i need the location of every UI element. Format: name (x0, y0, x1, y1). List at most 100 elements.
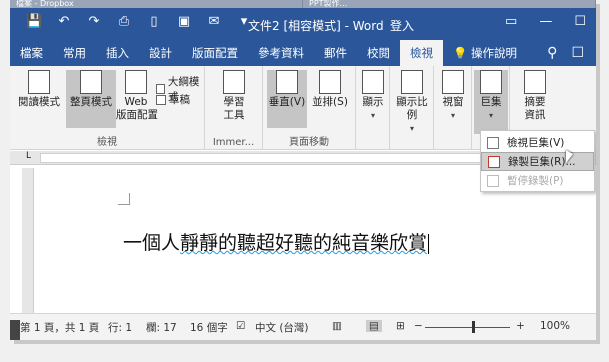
word-window: 檔案 - Dropbox PPT製作... 💾 ↶ ↷ ⎙ ▯ ▣ ✉ ▾ 文件… (10, 0, 596, 340)
tab-references[interactable]: 參考資料 (248, 40, 314, 66)
minimize-icon[interactable]: — (539, 14, 552, 29)
mouse-pointer-icon (566, 150, 573, 163)
web-layout-label: Web 版面配置 (116, 96, 158, 121)
macros-label: 巨集 (480, 96, 502, 108)
summary-info-button[interactable]: 摘要 資訊 (516, 70, 554, 122)
window-title: 文件2 [相容模式] - Word (248, 19, 384, 33)
pause-icon (487, 174, 499, 187)
tab-right-icons: ⚲ ☐ (547, 45, 596, 61)
taskbar-tab[interactable]: 檔案 - Dropbox (10, 0, 303, 8)
document-text[interactable]: 一個人靜靜的聽超好聽的純音樂欣賞 (123, 228, 430, 255)
draft-button[interactable]: 草稿 (156, 92, 190, 107)
window-button[interactable]: 視窗 ▾ (438, 70, 468, 122)
taskbar-tab[interactable]: PPT製作... (303, 0, 596, 8)
learning-tools-button[interactable]: 學習 工具 (213, 70, 255, 122)
lightbulb-icon: 💡 (453, 46, 468, 60)
vertical-button[interactable]: 垂直(V) (267, 70, 307, 128)
tab-review[interactable]: 校閱 (357, 40, 400, 66)
new-doc-icon[interactable]: ▯ (146, 14, 162, 29)
text-run: 一個人 (123, 232, 181, 254)
macros-dropdown: 檢視巨集(V) 錄製巨集(R)... 暫停錄製(P) (480, 130, 595, 192)
chevron-down-icon: ▾ (370, 111, 375, 120)
zoom-icon (401, 70, 423, 94)
tab-insert[interactable]: 插入 (96, 40, 139, 66)
tab-view[interactable]: 檢視 (400, 40, 443, 66)
status-line[interactable]: 行: 1 (108, 320, 132, 335)
group-immersive-label: Immer... (212, 137, 255, 148)
status-col[interactable]: 欄: 17 (146, 320, 177, 335)
status-words[interactable]: 16 個字 (190, 320, 228, 335)
undo-icon[interactable]: ↶ (56, 14, 72, 29)
group-page-movement: 垂直(V) 並排(S) 頁面移動 (263, 66, 356, 150)
title-bar: 💾 ↶ ↷ ⎙ ▯ ▣ ✉ ▾ 文件2 [相容模式] - Word 登入 ▭ —… (10, 8, 596, 40)
horizontal-ruler[interactable] (40, 153, 490, 163)
tab-mailings[interactable]: 郵件 (314, 40, 357, 66)
print-layout-icon (80, 70, 102, 94)
quick-access-toolbar: 💾 ↶ ↷ ⎙ ▯ ▣ ✉ ▾ (26, 14, 252, 29)
read-mode-button[interactable]: 閱讀模式 (14, 70, 64, 109)
summary-info-label: 摘要 資訊 (524, 96, 546, 121)
show-icon (362, 70, 384, 94)
maximize-icon[interactable]: ☐ (574, 14, 586, 29)
group-views-label: 檢視 (97, 137, 117, 148)
show-button[interactable]: 顯示 ▾ (358, 70, 388, 122)
proofing-icon[interactable]: ☑ (236, 320, 245, 332)
view-macros-icon (487, 136, 499, 149)
tab-home[interactable]: 常用 (53, 40, 96, 66)
zoom-out-icon[interactable]: − (414, 320, 423, 332)
zoom-slider-thumb[interactable] (472, 321, 475, 333)
window-controls: ▭ — ☐ (505, 14, 586, 29)
tab-design[interactable]: 設計 (139, 40, 182, 66)
ribbon-tabs: 檔案 常用 插入 設計 版面配置 參考資料 郵件 校閱 檢視 💡 操作說明 ⚲ … (10, 40, 596, 66)
web-layout-view-icon[interactable]: ⊞ (396, 320, 405, 332)
zoom-slider[interactable] (425, 327, 510, 328)
vertical-ruler[interactable] (22, 168, 34, 313)
learning-tools-icon (223, 70, 245, 94)
window-label: 視窗 (442, 96, 464, 108)
signin-link[interactable]: 登入 (390, 17, 414, 34)
macros-icon (480, 70, 502, 94)
text-run-underlined: 靜靜的聽超好聽的純音樂欣賞 (180, 232, 428, 254)
window-icon (442, 70, 464, 94)
zoom-label: 顯示比例 (396, 96, 428, 121)
web-layout-icon (125, 70, 147, 94)
zoom-button[interactable]: 顯示比例 ▾ (392, 70, 432, 135)
status-language[interactable]: 中文 (台灣) (255, 320, 309, 335)
print-layout-label: 整頁模式 (70, 96, 112, 108)
read-mode-view-icon[interactable]: ▥ (332, 320, 342, 332)
comment-icon[interactable]: ☐ (571, 45, 584, 61)
group-immersive: 學習 工具 Immer... (205, 66, 263, 150)
vertical-icon (276, 70, 298, 94)
view-macros-item[interactable]: 檢視巨集(V) (481, 133, 594, 152)
record-macro-icon (488, 155, 500, 168)
save-icon[interactable]: 💾 (26, 14, 42, 29)
redo-icon[interactable]: ↷ (86, 14, 102, 29)
record-macro-item[interactable]: 錄製巨集(R)... (481, 152, 594, 171)
pause-recording-label: 暫停錄製(P) (507, 175, 564, 187)
tab-selector-icon[interactable]: L (26, 151, 31, 161)
tell-me[interactable]: 💡 操作說明 (443, 40, 527, 66)
group-window: 視窗 ▾ (434, 66, 472, 150)
macros-button[interactable]: 巨集 ▾ (474, 70, 508, 134)
side-by-side-button[interactable]: 並排(S) (309, 70, 351, 109)
status-page[interactable]: 第 1 頁，共 1 頁 (20, 320, 99, 335)
print-preview-icon[interactable]: ⎙ (116, 14, 132, 29)
email-icon[interactable]: ✉ (206, 14, 222, 29)
print-layout-button[interactable]: 整頁模式 (66, 70, 116, 128)
ribbon-display-icon[interactable]: ▭ (505, 14, 517, 29)
tab-file[interactable]: 檔案 (10, 40, 53, 66)
background-taskbar: 檔案 - Dropbox PPT製作... (10, 0, 596, 8)
window-shadow (14, 340, 600, 344)
share-user-icon[interactable]: ⚲ (547, 45, 557, 61)
draft-label: 草稿 (169, 94, 190, 106)
web-layout-button[interactable]: Web 版面配置 (116, 70, 158, 122)
save-disk-icon[interactable]: ▣ (176, 14, 192, 29)
group-page-movement-label: 頁面移動 (289, 137, 329, 148)
print-layout-view-icon[interactable]: ▤ (366, 320, 382, 332)
side-by-side-label: 並排(S) (312, 96, 348, 108)
read-mode-label: 閱讀模式 (18, 96, 60, 108)
tab-layout[interactable]: 版面配置 (182, 40, 248, 66)
side-by-side-icon (319, 70, 341, 94)
zoom-in-icon[interactable]: + (516, 320, 525, 332)
zoom-level[interactable]: 100% (540, 320, 570, 332)
